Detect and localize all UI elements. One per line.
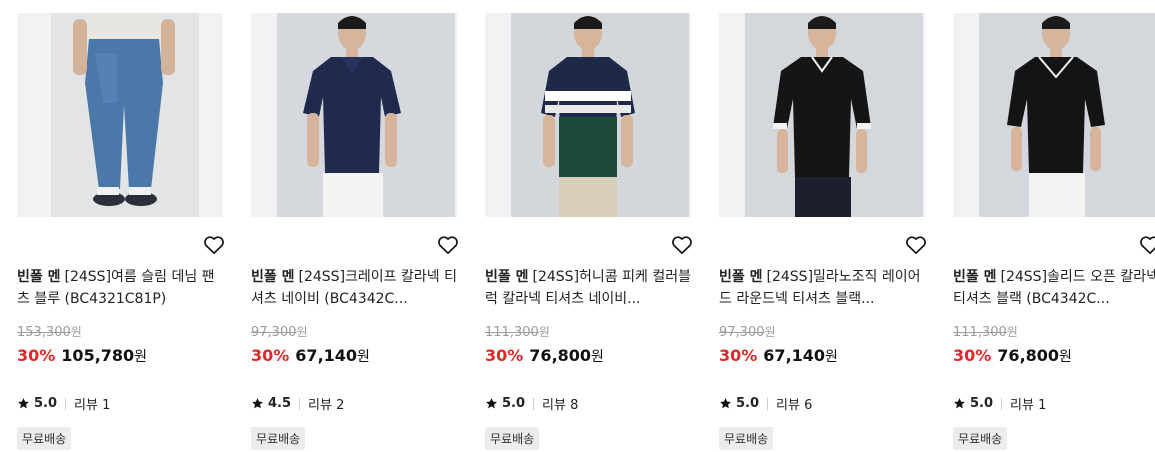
model-photo (979, 13, 1155, 217)
product-image[interactable] (953, 13, 1155, 217)
original-price: 97,300원 (719, 323, 776, 340)
original-price-value: 153,300 (17, 325, 71, 340)
sale-price-row: 30% 67,140원 (251, 346, 370, 366)
rating-score: 5.0 (502, 396, 526, 411)
product-card[interactable]: 빈폴 멘 [24SS]밀라노조직 레이어드 라운드넥 티셔츠 블랙... 97,3… (719, 13, 926, 450)
wishlist-heart-icon[interactable] (905, 235, 927, 255)
sale-price: 67,140 (763, 346, 826, 365)
currency-label: 원 (70, 325, 82, 339)
sale-price-row: 30% 76,800원 (485, 346, 604, 366)
product-image[interactable] (485, 13, 691, 217)
original-price: 111,300원 (485, 323, 550, 340)
product-title[interactable]: 빈폴 멘 [24SS]허니콤 피케 컬러블럭 칼라넥 티셔츠 네이비... (485, 266, 691, 310)
model-photo (745, 13, 923, 217)
product-card[interactable]: 빈폴 멘 [24SS]솔리드 오픈 칼라넥 티셔츠 블랙 (BC4342C... … (953, 13, 1155, 450)
divider (1001, 397, 1003, 410)
wishlist-heart-icon[interactable] (671, 235, 693, 255)
model-photo (511, 13, 689, 217)
model-photo (277, 13, 455, 217)
rating-row: 5.0 리뷰 1 (953, 394, 1046, 413)
currency-label: 원 (296, 325, 308, 339)
free-shipping-badge: 무료배송 (485, 427, 540, 450)
brand-name: 빈폴 멘 (953, 269, 997, 285)
divider (299, 397, 301, 410)
product-title[interactable]: 빈폴 멘 [24SS]크레이프 칼라넥 티셔츠 네이비 (BC4342C... (251, 266, 457, 310)
sale-price-row: 30% 76,800원 (953, 346, 1072, 366)
product-title[interactable]: 빈폴 멘 [24SS]여름 슬림 데님 팬츠 블루 (BC4321C81P) (17, 266, 223, 310)
rating-row: 4.5 리뷰 2 (251, 394, 344, 413)
rating-score: 4.5 (268, 396, 292, 411)
sale-price: 76,800 (997, 346, 1060, 365)
rating-score: 5.0 (736, 396, 760, 411)
product-image[interactable] (251, 13, 457, 217)
star-icon (252, 398, 263, 409)
currency-label: 원 (1059, 349, 1072, 365)
product-grid: 빈폴 멘 [24SS]여름 슬림 데님 팬츠 블루 (BC4321C81P) 15… (0, 0, 1155, 452)
currency-label: 원 (591, 349, 604, 365)
discount-rate: 30% (485, 346, 524, 365)
product-card[interactable]: 빈폴 멘 [24SS]크레이프 칼라넥 티셔츠 네이비 (BC4342C... 9… (251, 13, 458, 450)
free-shipping-badge: 무료배송 (719, 427, 774, 450)
original-price-value: 97,300 (719, 325, 765, 340)
currency-label: 원 (134, 349, 148, 365)
brand-name: 빈폴 멘 (251, 269, 295, 285)
wishlist-heart-icon[interactable] (437, 235, 459, 255)
free-shipping-badge: 무료배송 (251, 427, 306, 450)
original-price: 97,300원 (251, 323, 308, 340)
free-shipping-badge: 무료배송 (17, 427, 72, 450)
product-image[interactable] (17, 13, 223, 217)
currency-label: 원 (764, 325, 776, 339)
sale-price: 105,780 (61, 346, 135, 365)
review-count[interactable]: 리뷰 1 (1010, 394, 1046, 413)
review-count[interactable]: 리뷰 8 (542, 394, 578, 413)
star-icon (720, 398, 731, 409)
original-price: 111,300원 (953, 323, 1018, 340)
star-icon (486, 398, 497, 409)
discount-rate: 30% (251, 346, 290, 365)
star-icon (18, 398, 29, 409)
review-count[interactable]: 리뷰 1 (74, 394, 110, 413)
wishlist-heart-icon[interactable] (1139, 235, 1155, 255)
brand-name: 빈폴 멘 (17, 269, 61, 285)
rating-score: 5.0 (970, 396, 994, 411)
original-price: 153,300원 (17, 323, 82, 340)
free-shipping-badge: 무료배송 (953, 427, 1008, 450)
discount-rate: 30% (719, 346, 758, 365)
original-price-value: 97,300 (251, 325, 297, 340)
rating-row: 5.0 리뷰 1 (17, 394, 110, 413)
discount-rate: 30% (953, 346, 992, 365)
rating-row: 5.0 리뷰 8 (485, 394, 578, 413)
product-card[interactable]: 빈폴 멘 [24SS]여름 슬림 데님 팬츠 블루 (BC4321C81P) 15… (17, 13, 224, 450)
currency-label: 원 (538, 325, 550, 339)
product-card[interactable]: 빈폴 멘 [24SS]허니콤 피케 컬러블럭 칼라넥 티셔츠 네이비... 111… (485, 13, 692, 450)
original-price-value: 111,300 (485, 325, 539, 340)
product-image[interactable] (719, 13, 925, 217)
wishlist-heart-icon[interactable] (203, 235, 225, 255)
sale-price: 76,800 (529, 346, 592, 365)
review-count[interactable]: 리뷰 6 (776, 394, 812, 413)
review-count[interactable]: 리뷰 2 (308, 394, 344, 413)
model-photo (51, 13, 199, 217)
product-title[interactable]: 빈폴 멘 [24SS]밀라노조직 레이어드 라운드넥 티셔츠 블랙... (719, 266, 925, 310)
star-icon (954, 398, 965, 409)
currency-label: 원 (825, 349, 838, 365)
currency-label: 원 (357, 349, 370, 365)
rating-row: 5.0 리뷰 6 (719, 394, 812, 413)
discount-rate: 30% (17, 346, 56, 365)
currency-label: 원 (1006, 325, 1018, 339)
rating-score: 5.0 (34, 396, 58, 411)
divider (767, 397, 769, 410)
divider (533, 397, 535, 410)
divider (65, 397, 67, 410)
sale-price-row: 30% 67,140원 (719, 346, 838, 366)
product-title[interactable]: 빈폴 멘 [24SS]솔리드 오픈 칼라넥 티셔츠 블랙 (BC4342C... (953, 266, 1155, 310)
brand-name: 빈폴 멘 (485, 269, 529, 285)
brand-name: 빈폴 멘 (719, 269, 763, 285)
sale-price: 67,140 (295, 346, 358, 365)
original-price-value: 111,300 (953, 325, 1007, 340)
sale-price-row: 30% 105,780원 (17, 346, 147, 366)
